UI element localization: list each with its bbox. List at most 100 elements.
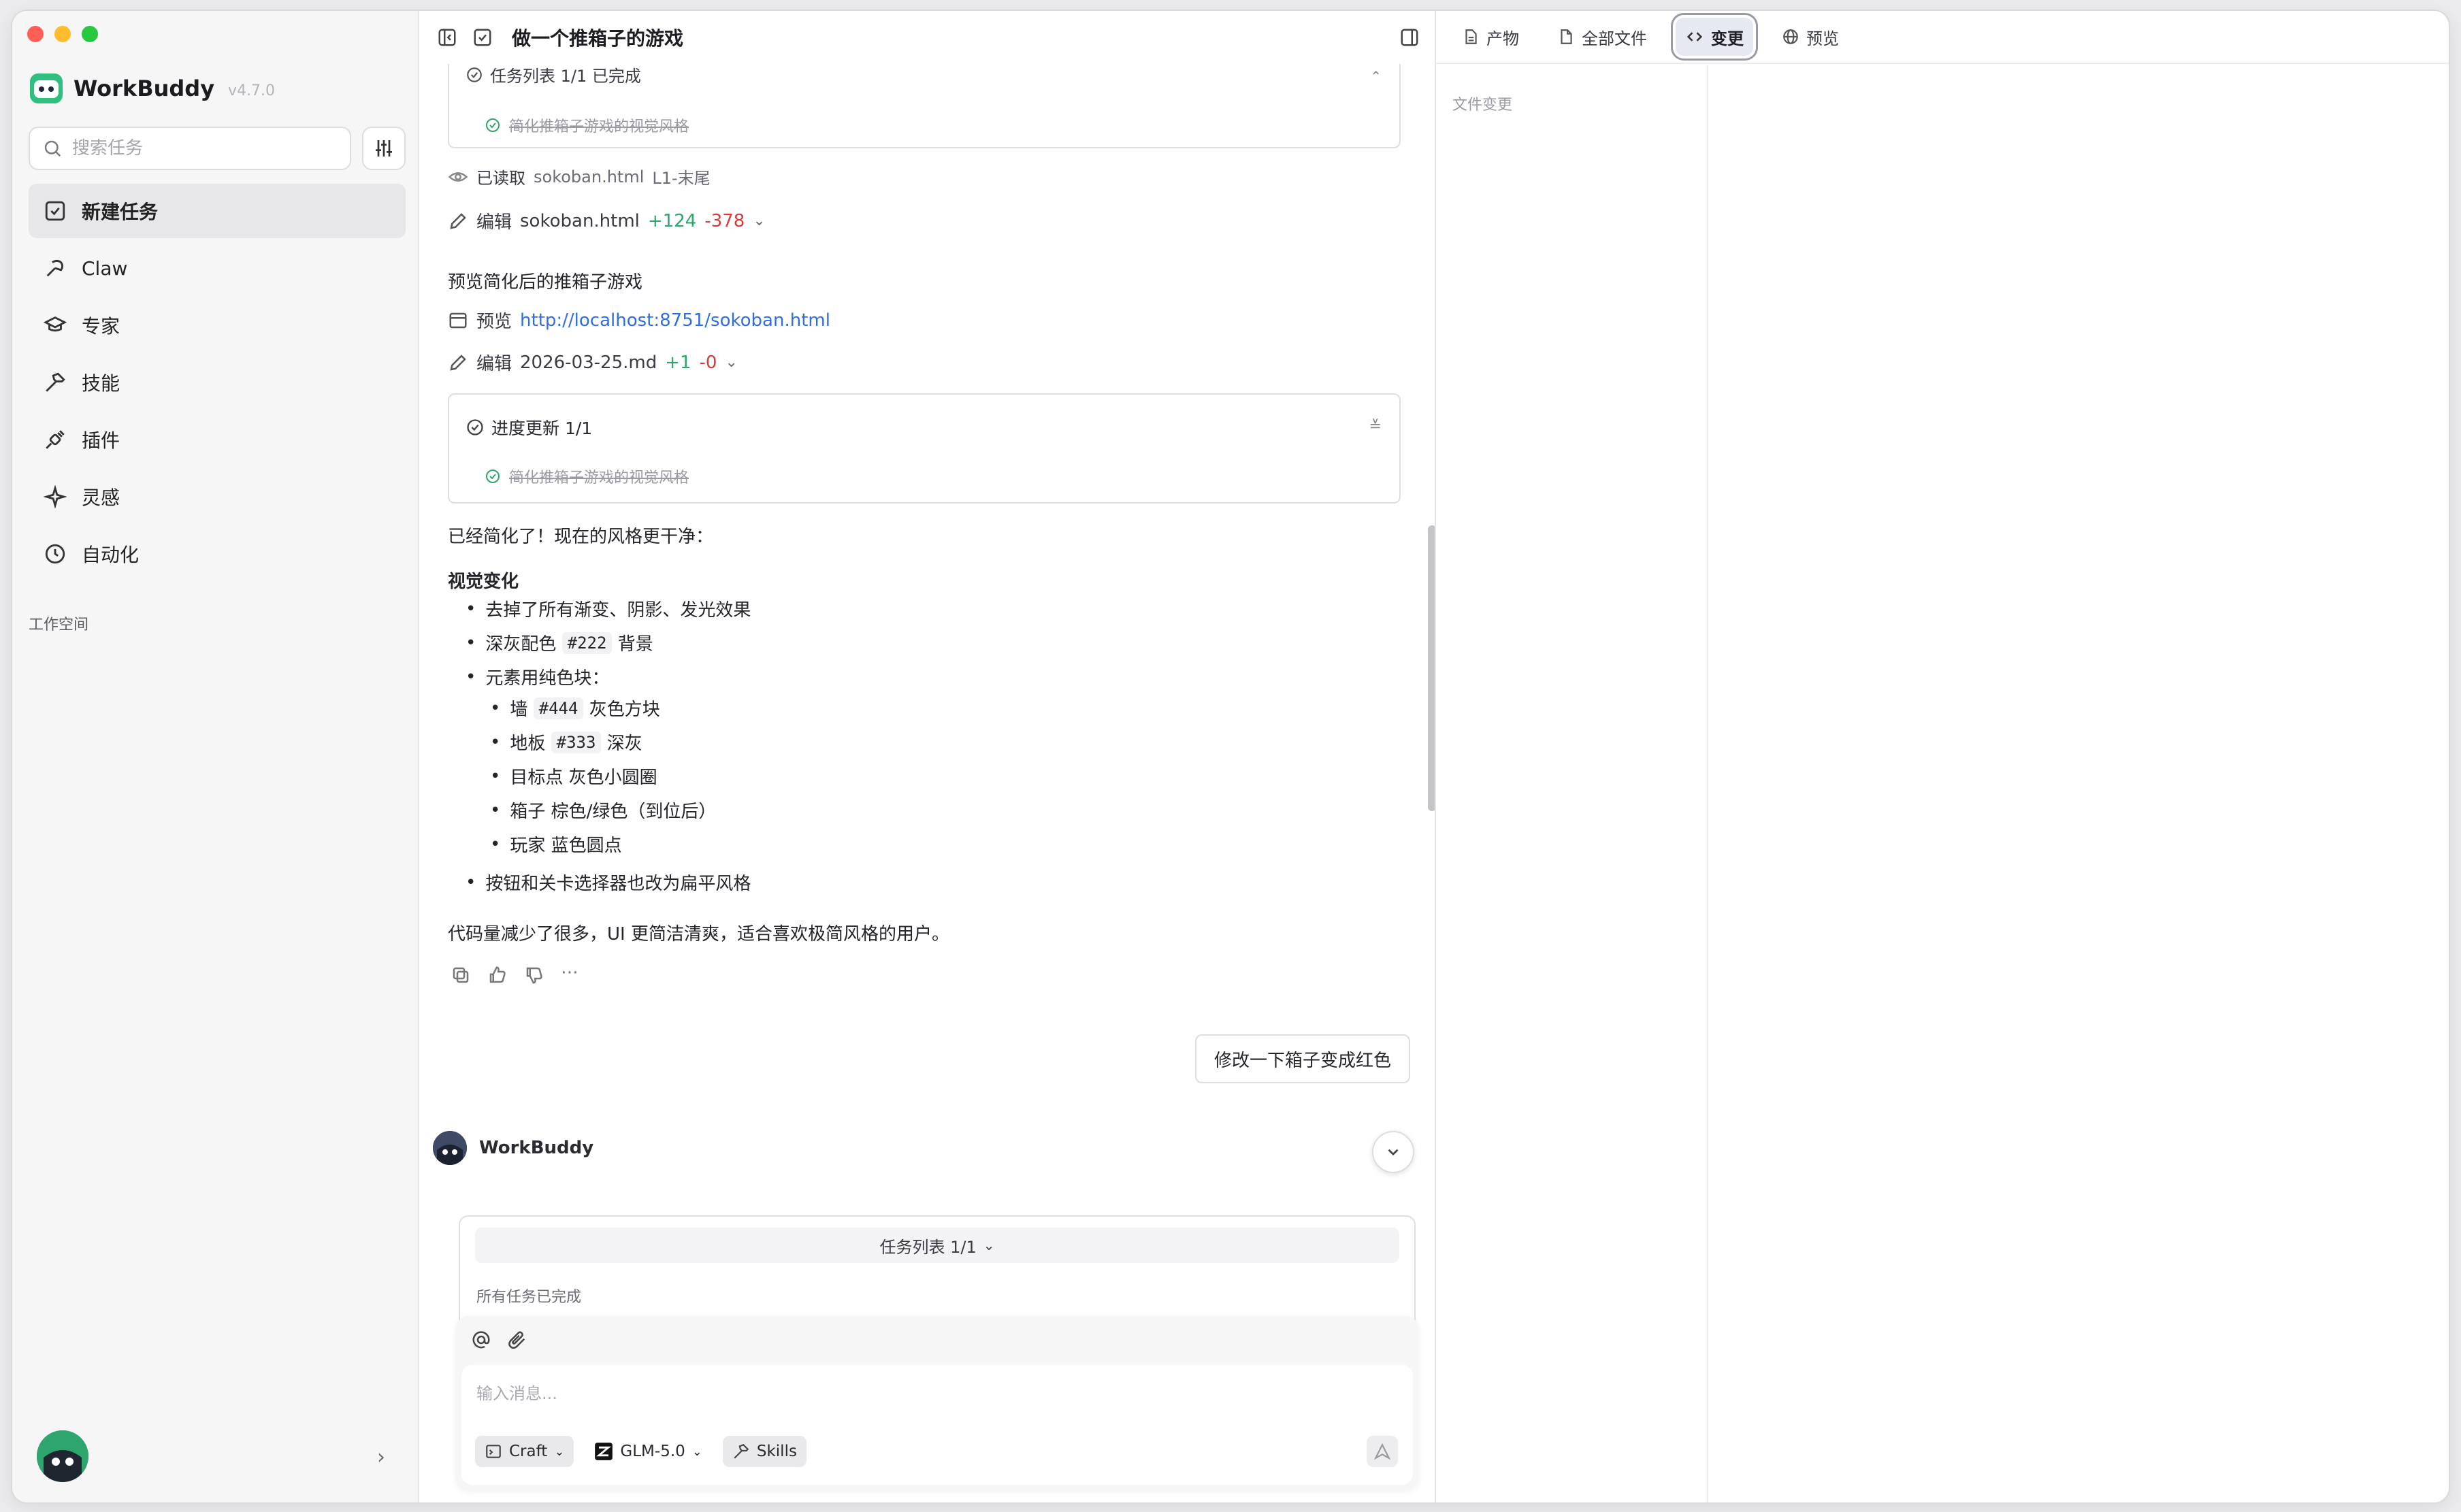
- clock-icon: [45, 544, 65, 564]
- read-label: 已读取: [476, 169, 525, 188]
- right-panel: 产物 全部文件 变更 预览 文件变更: [1435, 11, 2449, 1502]
- minimize-window-button[interactable]: [54, 26, 71, 42]
- task-status-box: 任务列表 1/1 ⌄ 所有任务已完成: [459, 1215, 1416, 1324]
- sidebar-item-new-task[interactable]: 新建任务: [29, 184, 406, 238]
- reply-section-title: 视觉变化: [448, 572, 519, 592]
- model-label: GLM-5.0: [620, 1443, 685, 1460]
- list-item: 按钮和关卡选择器也改为扁平风格: [466, 870, 751, 895]
- claw-icon: [46, 259, 64, 277]
- chat-panel: 做一个推箱子的游戏 任务列表 1/1 已完成 ⌃ 简化推箱子游戏的视觉风格 已读…: [421, 11, 1436, 1502]
- edit-file-row[interactable]: 编辑 sokoban.html +124 -378 ⌄: [448, 208, 766, 233]
- file-changes-list: 文件变更: [1436, 65, 1708, 1502]
- attachment-icon[interactable]: [506, 1330, 527, 1353]
- edit-label: 编辑: [476, 354, 512, 374]
- skills-label: Skills: [756, 1443, 797, 1460]
- tab-artifacts[interactable]: 产物: [1452, 18, 1529, 56]
- task-list-label: 任务列表 1/1: [879, 1237, 977, 1257]
- list-item: 去掉了所有渐变、阴影、发光效果: [466, 596, 751, 621]
- skills-button[interactable]: Skills: [722, 1436, 806, 1467]
- preview-link[interactable]: http://localhost:8751/sokoban.html: [520, 310, 830, 331]
- file-icon: [1561, 29, 1572, 44]
- close-window-button[interactable]: [27, 26, 44, 42]
- chevron-down-icon[interactable]: ⌄: [725, 354, 737, 371]
- message-input[interactable]: [476, 1380, 1361, 1407]
- sidebar-item-claw[interactable]: Claw: [29, 241, 406, 295]
- send-icon: [1373, 1443, 1391, 1460]
- list-item: 地板 #333 深灰: [490, 729, 642, 755]
- progress-card: 进度更新 1/1 ≚ 简化推箱子游戏的视觉风格: [448, 393, 1401, 504]
- pencil-icon: [450, 212, 466, 229]
- pencil-icon: [450, 354, 466, 371]
- filter-button[interactable]: [362, 127, 406, 170]
- sliders-icon: [376, 140, 392, 157]
- chevron-down-icon: ⌄: [691, 1444, 702, 1459]
- progress-header: 进度更新 1/1: [491, 418, 593, 438]
- preview-row: 预览 http://localhost:8751/sokoban.html: [448, 308, 830, 333]
- edit-file-row[interactable]: 编辑 2026-03-25.md +1 -0 ⌄: [448, 350, 738, 375]
- sidebar-item-skills[interactable]: 技能: [29, 355, 406, 410]
- chevron-right-icon[interactable]: ›: [377, 1445, 385, 1469]
- list-item: 元素用纯色块：: [466, 664, 609, 689]
- toggle-right-panel-icon[interactable]: [1398, 26, 1421, 49]
- thumbs-down-icon[interactable]: [524, 965, 544, 985]
- tab-label: 变更: [1711, 29, 1744, 48]
- list-item: 深灰配色 #222 背景: [466, 630, 653, 655]
- sidebar-item-label: 新建任务: [82, 201, 159, 223]
- sidebar-item-plugins[interactable]: 插件: [29, 412, 406, 467]
- copy-icon[interactable]: [451, 965, 471, 985]
- tab-preview[interactable]: 预览: [1772, 18, 1848, 56]
- search-box[interactable]: [29, 127, 351, 170]
- task-item: 简化推箱子游戏的视觉风格: [485, 114, 689, 136]
- file-changes-label: 文件变更: [1452, 97, 1513, 114]
- chat-header: 做一个推箱子的游戏: [421, 11, 1435, 64]
- document-icon: [1465, 29, 1477, 44]
- collapse-sidebar-icon[interactable]: [436, 26, 459, 49]
- zoom-window-button[interactable]: [82, 26, 98, 42]
- lines-removed: -0: [699, 352, 717, 373]
- chevron-down-icon[interactable]: ⌄: [753, 212, 765, 229]
- mode-select[interactable]: Craft ⌄: [475, 1436, 574, 1467]
- task-check-icon[interactable]: [471, 26, 494, 49]
- user-avatar[interactable]: [37, 1430, 88, 1482]
- mention-icon[interactable]: [471, 1330, 491, 1353]
- bot-avatar: [433, 1131, 467, 1165]
- hammer-icon: [46, 372, 65, 392]
- task-item-label: 简化推箱子游戏的视觉风格: [509, 118, 689, 135]
- user-message: 修改一下箱子变成红色: [1195, 1034, 1411, 1083]
- edit-square-icon: [45, 201, 65, 221]
- chevron-down-icon: ⌄: [983, 1237, 995, 1253]
- sidebar-item-experts[interactable]: 专家: [29, 298, 406, 352]
- reply-outro: 代码量减少了很多，UI 更简洁清爽，适合喜欢极简风格的用户。: [448, 924, 949, 944]
- model-select[interactable]: GLM-5.0 ⌄: [585, 1436, 711, 1467]
- list-item: 箱子 棕色/绿色（到位后）: [490, 798, 716, 823]
- app-name: WorkBuddy: [74, 76, 215, 101]
- window-controls: [27, 26, 98, 42]
- collapse-icon[interactable]: ≚: [1369, 418, 1382, 435]
- sidebar-item-automation[interactable]: 自动化: [29, 527, 406, 581]
- globe-icon: [1783, 29, 1798, 44]
- task-list-toggle[interactable]: 任务列表 1/1 ⌄: [475, 1228, 1399, 1263]
- app-window: WorkBuddy v4.7.0 新建任务 Claw 专家: [11, 10, 2450, 1504]
- read-file: sokoban.html: [534, 167, 645, 186]
- zhipu-logo-icon: [595, 1443, 613, 1460]
- read-file-row[interactable]: 已读取 sokoban.html L1-末尾: [448, 165, 711, 188]
- send-button[interactable]: [1367, 1436, 1398, 1467]
- tab-changes[interactable]: 变更: [1676, 18, 1753, 56]
- page-title: 做一个推箱子的游戏: [512, 27, 684, 50]
- search-input[interactable]: [72, 138, 331, 159]
- app-version: v4.7.0: [228, 82, 276, 99]
- check-circle-icon: [467, 419, 483, 435]
- chevron-up-icon[interactable]: ⌃: [1370, 68, 1382, 84]
- sparkle-icon: [44, 485, 67, 508]
- task-list-header: 任务列表 1/1 已完成: [490, 67, 641, 86]
- composer: Craft ⌄ GLM-5.0 ⌄ Skills: [456, 1316, 1418, 1490]
- sidebar-item-inspiration[interactable]: 灵感: [29, 470, 406, 524]
- all-tasks-done: 所有任务已完成: [476, 1289, 582, 1306]
- scroll-to-bottom-button[interactable]: [1372, 1131, 1414, 1173]
- check-circle-icon: [467, 67, 482, 82]
- search-icon: [44, 140, 61, 157]
- bot-header: WorkBuddy: [433, 1131, 593, 1165]
- more-icon[interactable]: ⋯: [561, 964, 581, 985]
- tab-all-files[interactable]: 全部文件: [1548, 18, 1657, 56]
- thumbs-up-icon[interactable]: [487, 965, 508, 985]
